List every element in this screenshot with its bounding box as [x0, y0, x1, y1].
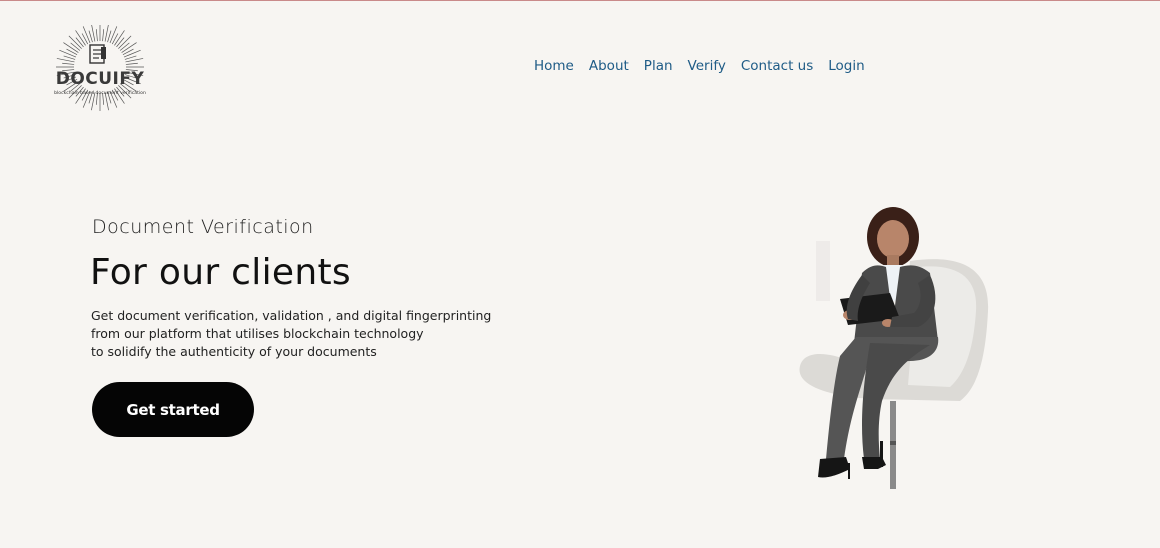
- sunburst-ray: [63, 55, 76, 60]
- sunburst-ray: [62, 62, 75, 65]
- nav-link-login[interactable]: Login: [828, 57, 864, 75]
- nav-link-plan[interactable]: Plan: [644, 57, 673, 75]
- hero-title: For our clients: [90, 252, 351, 293]
- nav-link-home[interactable]: Home: [534, 57, 574, 75]
- businesswoman-illustration: [799, 207, 989, 489]
- sunburst-ray: [88, 30, 93, 43]
- sunburst-ray: [123, 49, 141, 58]
- sunburst-ray: [125, 62, 138, 65]
- hero-description: Get document verification, validation , …: [91, 307, 491, 361]
- brand-wordmark: DOCUIFY: [55, 69, 145, 89]
- hero-description-line: to solidify the authenticity of your doc…: [91, 344, 377, 359]
- sunburst-ray: [107, 30, 112, 43]
- sunburst-ray: [124, 55, 137, 60]
- sunburst-ray: [104, 25, 109, 42]
- nav-link-about[interactable]: About: [589, 57, 629, 75]
- hero-description-line: Get document verification, validation , …: [91, 308, 492, 323]
- sunburst-ray: [95, 29, 98, 42]
- brand-logo[interactable]: DOCUIFY blockchain based document verifi…: [52, 25, 148, 113]
- main-nav: Home About Plan Verify Contact us Login: [534, 57, 865, 75]
- sunburst-ray: [125, 58, 144, 63]
- get-started-button[interactable]: Get started: [92, 382, 254, 437]
- landing-page: DOCUIFY blockchain based document verifi…: [0, 0, 1160, 548]
- sunburst-ray: [75, 37, 84, 48]
- hero-description-line: from our platform that utilises blockcha…: [91, 326, 424, 341]
- sunburst-ray: [70, 42, 81, 51]
- sunburst-ray: [119, 42, 130, 51]
- nav-link-verify[interactable]: Verify: [688, 57, 726, 75]
- sunburst-ray: [91, 25, 96, 42]
- sunburst-ray: [102, 29, 105, 42]
- sunburst-ray: [59, 49, 77, 58]
- sunburst-ray: [56, 58, 75, 63]
- hero-subtitle: Document Verification: [92, 216, 314, 238]
- brand-tagline: blockchain based document verification: [54, 91, 146, 96]
- sunburst-ray: [82, 26, 91, 44]
- sunburst-ray: [116, 37, 125, 48]
- sunburst-ray: [109, 26, 118, 44]
- nav-link-contact[interactable]: Contact us: [741, 57, 813, 75]
